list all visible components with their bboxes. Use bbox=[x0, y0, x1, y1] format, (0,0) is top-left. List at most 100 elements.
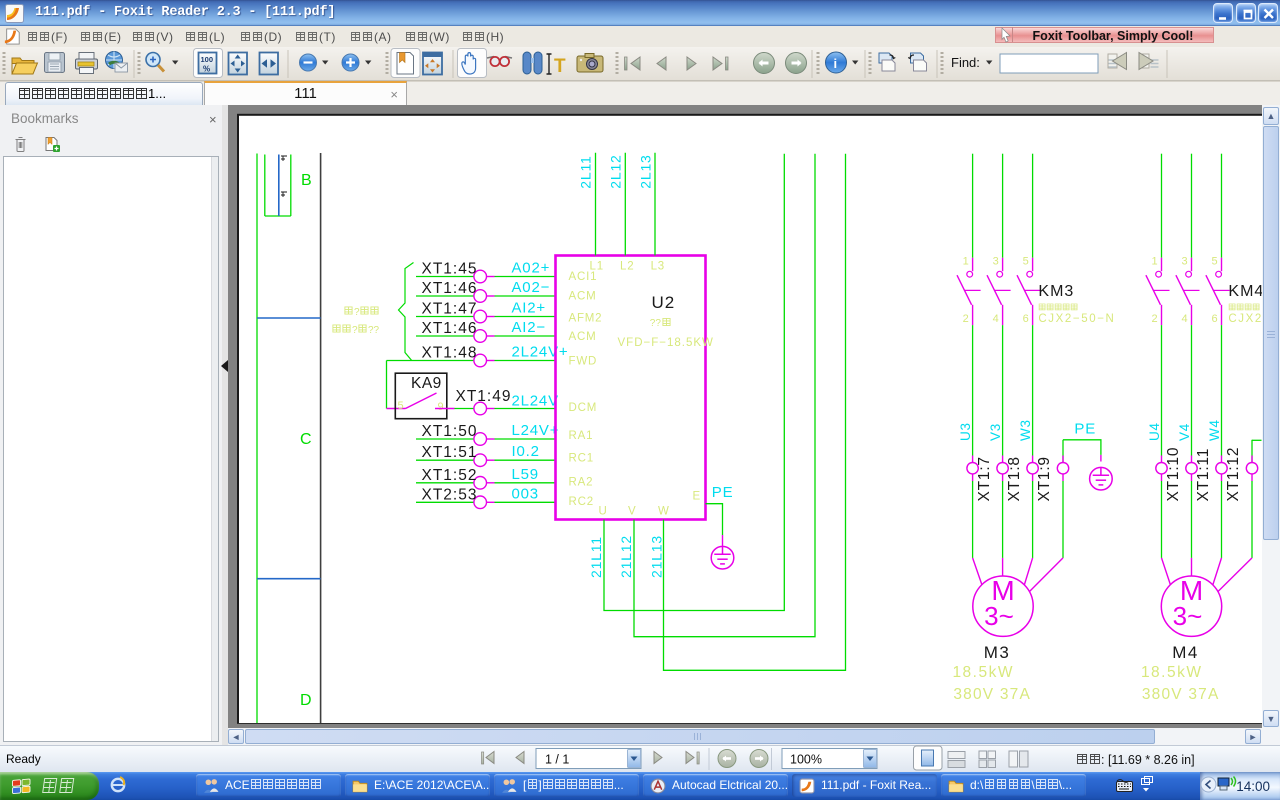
svg-text:ACM: ACM bbox=[569, 291, 597, 303]
svg-text:18.5kW: 18.5kW bbox=[952, 664, 1014, 681]
svg-text:U4: U4 bbox=[1147, 422, 1162, 441]
svg-text:XT1:10: XT1:10 bbox=[1165, 447, 1182, 502]
svg-text:??: ?? bbox=[368, 325, 380, 336]
svg-text:5: 5 bbox=[1023, 256, 1029, 268]
svg-text:XT1:8: XT1:8 bbox=[1006, 456, 1023, 501]
svg-text:PE: PE bbox=[712, 484, 734, 501]
svg-text:L3: L3 bbox=[651, 261, 665, 273]
svg-text:RC1: RC1 bbox=[569, 453, 594, 465]
svg-text:L2: L2 bbox=[620, 261, 634, 273]
svg-text:380V 37A: 380V 37A bbox=[1142, 686, 1220, 703]
svg-text:4: 4 bbox=[1182, 313, 1188, 325]
svg-text:KM4: KM4 bbox=[1228, 283, 1262, 300]
svg-text:CJX2−50−N: CJX2−50−N bbox=[1038, 313, 1115, 325]
svg-text:D: D bbox=[300, 692, 312, 709]
svg-text:XT1:46: XT1:46 bbox=[422, 280, 478, 297]
svg-text:3~: 3~ bbox=[1173, 601, 1203, 631]
svg-text:XT1:9: XT1:9 bbox=[1036, 456, 1053, 501]
svg-text:2L11: 2L11 bbox=[578, 155, 594, 188]
svg-text:?: ? bbox=[354, 307, 360, 318]
svg-text:??: ?? bbox=[650, 318, 662, 329]
svg-text:XT1:48: XT1:48 bbox=[422, 345, 478, 362]
svg-text:XT1:45: XT1:45 bbox=[422, 261, 478, 278]
svg-text:KM3: KM3 bbox=[1038, 283, 1074, 300]
svg-text:2L24V: 2L24V bbox=[512, 393, 559, 410]
svg-text:2: 2 bbox=[1152, 313, 1158, 325]
svg-text:2: 2 bbox=[963, 313, 969, 325]
svg-text:DCM: DCM bbox=[569, 402, 598, 414]
svg-text:KA9: KA9 bbox=[411, 375, 442, 392]
svg-text:M3: M3 bbox=[984, 643, 1011, 662]
svg-text:1: 1 bbox=[1152, 256, 1158, 268]
svg-text:9: 9 bbox=[438, 401, 444, 413]
svg-text:2L24V+: 2L24V+ bbox=[512, 344, 569, 361]
svg-text:W4: W4 bbox=[1207, 419, 1222, 441]
svg-text:XT1:7: XT1:7 bbox=[976, 456, 993, 501]
svg-text:XT1:50: XT1:50 bbox=[422, 423, 478, 440]
svg-text:XT1:49: XT1:49 bbox=[456, 388, 512, 405]
svg-text:3: 3 bbox=[1182, 256, 1188, 268]
svg-text:RA1: RA1 bbox=[569, 430, 594, 442]
svg-text:380V 37A: 380V 37A bbox=[953, 686, 1031, 703]
svg-text:21L11: 21L11 bbox=[588, 536, 604, 578]
svg-text:ACI1: ACI1 bbox=[569, 271, 598, 283]
svg-text:5: 5 bbox=[398, 400, 404, 412]
svg-text:100: 100 bbox=[201, 55, 214, 64]
svg-text:T: T bbox=[554, 56, 566, 77]
svg-text:ACM: ACM bbox=[569, 331, 597, 343]
svg-text:XT1:47: XT1:47 bbox=[422, 301, 478, 318]
svg-text:RA2: RA2 bbox=[569, 477, 594, 489]
svg-text:V3: V3 bbox=[988, 423, 1003, 441]
svg-text:PE: PE bbox=[1074, 421, 1096, 438]
svg-text:W3: W3 bbox=[1018, 419, 1033, 441]
svg-text:B: B bbox=[301, 172, 312, 189]
svg-text:U: U bbox=[599, 506, 607, 518]
svg-text:5: 5 bbox=[1212, 256, 1218, 268]
svg-text:XT1:52: XT1:52 bbox=[422, 467, 478, 484]
svg-text:4: 4 bbox=[993, 313, 999, 325]
svg-text:1 / 1: 1 / 1 bbox=[545, 753, 569, 767]
svg-text:6: 6 bbox=[1023, 313, 1029, 325]
svg-text:U2: U2 bbox=[652, 293, 676, 312]
svg-text:E: E bbox=[693, 491, 701, 503]
svg-text:CJX2−: CJX2− bbox=[1228, 313, 1262, 325]
svg-text:L1: L1 bbox=[590, 261, 604, 273]
svg-text:AFM2: AFM2 bbox=[569, 313, 603, 325]
svg-text:L59: L59 bbox=[512, 466, 539, 483]
svg-text:3~: 3~ bbox=[984, 601, 1014, 631]
svg-text:U3: U3 bbox=[958, 422, 973, 441]
svg-text:A02+: A02+ bbox=[512, 260, 551, 277]
svg-text:RC2: RC2 bbox=[569, 496, 594, 508]
svg-text:V: V bbox=[628, 506, 636, 518]
svg-text:XT1:11: XT1:11 bbox=[1195, 448, 1212, 502]
svg-text:I0.2: I0.2 bbox=[512, 443, 540, 460]
svg-text:XT1:12: XT1:12 bbox=[1225, 447, 1242, 502]
svg-text:XT1:51: XT1:51 bbox=[422, 444, 478, 461]
svg-text:Find:: Find: bbox=[951, 55, 980, 70]
svg-text:6: 6 bbox=[1212, 313, 1218, 325]
svg-text:AI2+: AI2+ bbox=[512, 300, 546, 317]
svg-text:i: i bbox=[834, 56, 838, 71]
svg-text:C: C bbox=[300, 431, 312, 448]
svg-text:M4: M4 bbox=[1172, 643, 1199, 662]
svg-text:XT1:46: XT1:46 bbox=[422, 320, 478, 337]
svg-text:W: W bbox=[658, 506, 669, 518]
svg-text:AI2−: AI2− bbox=[512, 319, 546, 336]
svg-text:?: ? bbox=[352, 325, 358, 336]
svg-text:1: 1 bbox=[963, 256, 969, 268]
svg-text:100%: 100% bbox=[790, 753, 822, 767]
svg-text:003: 003 bbox=[512, 485, 539, 502]
svg-text:V4: V4 bbox=[1177, 423, 1192, 441]
svg-text:FWD: FWD bbox=[569, 356, 598, 368]
svg-text:%: % bbox=[203, 65, 210, 74]
svg-text:XT2:53: XT2:53 bbox=[422, 486, 478, 503]
svg-text:2L13: 2L13 bbox=[638, 154, 654, 188]
svg-text:21L13: 21L13 bbox=[649, 535, 665, 578]
svg-text:L24V+: L24V+ bbox=[512, 422, 560, 439]
svg-text:18.5kW: 18.5kW bbox=[1141, 664, 1203, 681]
svg-text:21L12: 21L12 bbox=[618, 535, 634, 578]
svg-text:A02−: A02− bbox=[512, 279, 551, 296]
svg-text:3: 3 bbox=[993, 256, 999, 268]
svg-text:VFD−F−18.5KW: VFD−F−18.5KW bbox=[618, 337, 714, 349]
svg-text:2L12: 2L12 bbox=[608, 154, 624, 188]
